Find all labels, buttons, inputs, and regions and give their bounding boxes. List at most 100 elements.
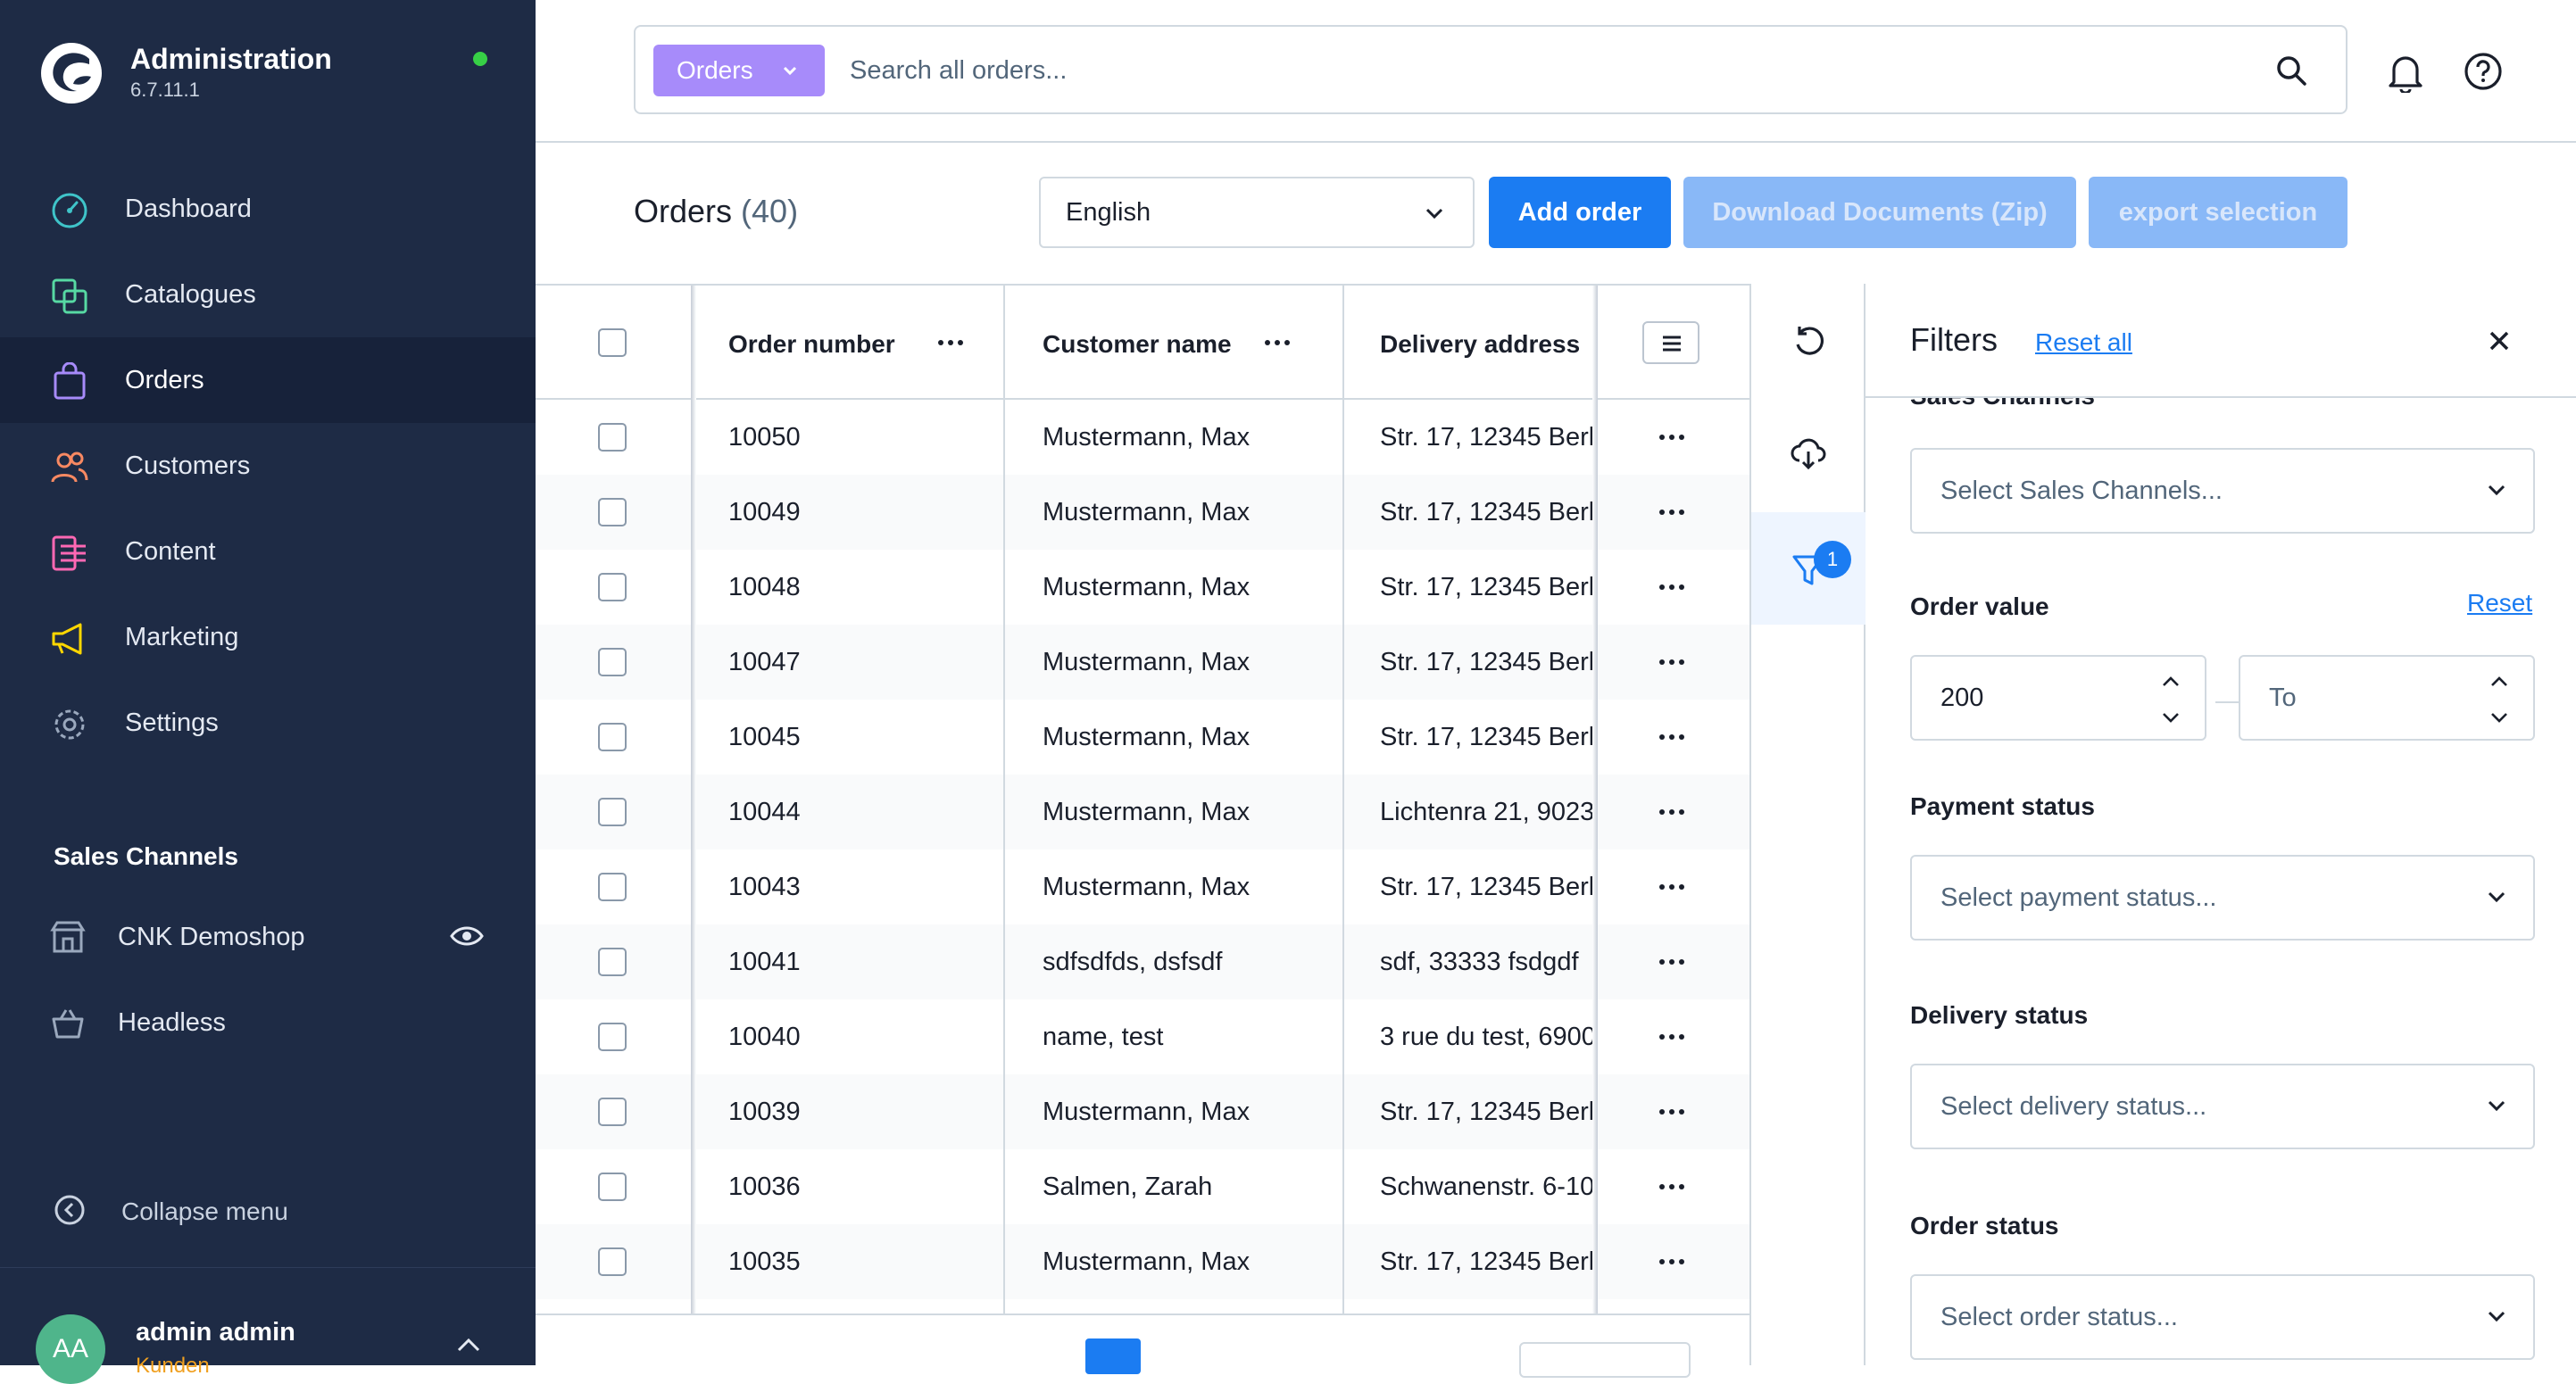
sales-channel-headless[interactable]: Headless xyxy=(0,983,536,1064)
payment-status-select[interactable]: Select payment status... xyxy=(1910,855,2535,941)
nav-item-marketing[interactable]: Marketing xyxy=(0,594,536,680)
row-checkbox[interactable] xyxy=(598,1173,627,1201)
close-icon[interactable] xyxy=(2487,328,2512,353)
orders-grid: 10050 Mustermann, Max Str. 17, 12345 Berli… xyxy=(536,284,1749,1378)
table-row[interactable]: 10045 Mustermann, Max Str. 17, 12345 Berli… xyxy=(536,700,1749,775)
order-status-placeholder: Select order status... xyxy=(1940,1302,2178,1331)
row-actions-icon[interactable] xyxy=(1658,1183,1685,1190)
eye-icon[interactable] xyxy=(450,923,484,949)
help-icon[interactable] xyxy=(2464,52,2503,91)
row-checkbox[interactable] xyxy=(598,648,627,676)
select-all-checkbox[interactable] xyxy=(598,328,627,357)
page-button-active[interactable] xyxy=(1085,1338,1141,1374)
row-actions-icon[interactable] xyxy=(1658,509,1685,516)
nav-item-orders[interactable]: Orders xyxy=(0,337,536,423)
cell-order-number[interactable]: 10049 xyxy=(728,498,978,527)
row-checkbox[interactable] xyxy=(598,1023,627,1051)
column-header-customer-name[interactable]: Customer name xyxy=(1043,330,1232,359)
cell-order-number[interactable]: 10047 xyxy=(728,648,978,677)
table-row[interactable]: 10035 Mustermann, Max Str. 17, 12345 Berli… xyxy=(536,1224,1749,1299)
row-checkbox[interactable] xyxy=(598,798,627,826)
cell-order-number[interactable]: 10043 xyxy=(728,873,978,902)
row-checkbox[interactable] xyxy=(598,573,627,601)
table-row[interactable]: 10041 sdfsdfds, dsfsdf sdf, 33333 fsdgdf xyxy=(536,924,1749,999)
cell-order-number[interactable]: 10035 xyxy=(728,1247,978,1277)
row-actions-icon[interactable] xyxy=(1658,659,1685,666)
row-actions-icon[interactable] xyxy=(1658,1108,1685,1115)
reset-all-link[interactable]: Reset all xyxy=(2035,328,2132,357)
table-row[interactable]: 10039 Mustermann, Max Str. 17, 12345 Berli… xyxy=(536,1074,1749,1149)
refresh-button[interactable] xyxy=(1751,284,1866,396)
cell-customer-name: Mustermann, Max xyxy=(1043,573,1251,601)
cell-order-number[interactable]: 10045 xyxy=(728,723,978,752)
cell-order-number[interactable]: 10039 xyxy=(728,1098,978,1127)
download-documents-button[interactable]: Download Documents (Zip) xyxy=(1683,177,2076,248)
order-value-from-input[interactable]: 200 xyxy=(1910,655,2206,741)
table-row[interactable]: 10044 Mustermann, Max Lichtenra 21, 90233 xyxy=(536,775,1749,849)
shopware-logo-icon[interactable] xyxy=(39,41,104,105)
nav-item-catalogues[interactable]: Catalogues xyxy=(0,252,536,337)
chevron-up-icon[interactable] xyxy=(2489,675,2510,689)
column-header-delivery-address[interactable]: Delivery address xyxy=(1380,330,1580,359)
chevron-up-icon[interactable] xyxy=(2160,675,2181,689)
row-checkbox[interactable] xyxy=(598,948,627,976)
row-checkbox[interactable] xyxy=(598,498,627,526)
add-order-button[interactable]: Add order xyxy=(1489,177,1671,248)
export-selection-button[interactable]: export selection xyxy=(2089,177,2347,248)
chevron-up-icon[interactable] xyxy=(455,1336,482,1354)
row-checkbox[interactable] xyxy=(598,723,627,751)
user-menu[interactable]: AA admin admin Kunden xyxy=(0,1267,536,1384)
order-status-select[interactable]: Select order status... xyxy=(1910,1274,2535,1360)
row-actions-icon[interactable] xyxy=(1658,808,1685,816)
column-header-order-number[interactable]: Order number xyxy=(728,330,895,359)
column-options-icon[interactable] xyxy=(1264,339,1291,346)
chevron-down-icon[interactable] xyxy=(2160,710,2181,725)
order-value-to-input[interactable]: To xyxy=(2239,655,2535,741)
row-checkbox[interactable] xyxy=(598,1247,627,1276)
delivery-status-select[interactable]: Select delivery status... xyxy=(1910,1064,2535,1149)
language-select[interactable]: English xyxy=(1039,177,1475,248)
table-row[interactable]: 10036 Salmen, Zarah Schwanenstr. 6-10 xyxy=(536,1149,1749,1224)
cell-order-number[interactable]: 10041 xyxy=(728,948,978,977)
row-checkbox[interactable] xyxy=(598,1098,627,1126)
sales-channels-select[interactable]: Select Sales Channels... xyxy=(1910,448,2535,534)
column-options-icon[interactable] xyxy=(937,339,964,346)
table-row[interactable]: 10050 Mustermann, Max Str. 17, 12345 Berli… xyxy=(536,400,1749,475)
row-actions-icon[interactable] xyxy=(1658,958,1685,965)
nav-item-customers[interactable]: Customers xyxy=(0,423,536,509)
bell-icon[interactable] xyxy=(2387,52,2424,93)
nav-item-content[interactable]: Content xyxy=(0,509,536,594)
filter-button[interactable]: 1 xyxy=(1751,512,1866,625)
row-checkbox[interactable] xyxy=(598,873,627,901)
items-per-page-select[interactable] xyxy=(1519,1342,1691,1378)
row-actions-icon[interactable] xyxy=(1658,733,1685,741)
search-input[interactable] xyxy=(850,45,2242,96)
row-actions-icon[interactable] xyxy=(1658,1258,1685,1265)
column-settings-button[interactable] xyxy=(1642,321,1699,364)
sales-channel-cnk-demoshop[interactable]: CNK Demoshop xyxy=(0,898,536,978)
cell-order-number[interactable]: 10040 xyxy=(728,1023,978,1052)
table-row[interactable]: 10047 Mustermann, Max Str. 17, 12345 Berli… xyxy=(536,625,1749,700)
nav-item-settings[interactable]: Settings xyxy=(0,680,536,766)
table-row[interactable]: 10043 Mustermann, Max Str. 17, 12345 Berli… xyxy=(536,849,1749,924)
search-module-select[interactable]: Orders xyxy=(653,45,825,96)
row-checkbox[interactable] xyxy=(598,423,627,452)
row-actions-icon[interactable] xyxy=(1658,434,1685,441)
cell-order-number[interactable]: 10048 xyxy=(728,573,978,602)
order-value-reset-link[interactable]: Reset xyxy=(2467,589,2532,617)
cell-order-number[interactable]: 10050 xyxy=(728,423,978,452)
nav-item-dashboard[interactable]: Dashboard xyxy=(0,166,536,252)
cell-order-number[interactable]: 10044 xyxy=(728,798,978,827)
row-actions-icon[interactable] xyxy=(1658,584,1685,591)
import-export-button[interactable] xyxy=(1751,396,1866,509)
user-role: Kunden xyxy=(136,1354,210,1378)
table-row[interactable]: 10049 Mustermann, Max Str. 17, 12345 Berli… xyxy=(536,475,1749,550)
search-icon[interactable] xyxy=(2274,54,2308,87)
collapse-menu-button[interactable]: Collapse menu xyxy=(0,1173,536,1253)
cell-order-number[interactable]: 10036 xyxy=(728,1173,978,1202)
chevron-down-icon[interactable] xyxy=(2489,710,2510,725)
row-actions-icon[interactable] xyxy=(1658,1033,1685,1040)
row-actions-icon[interactable] xyxy=(1658,883,1685,891)
table-row[interactable]: 10048 Mustermann, Max Str. 17, 12345 Berli… xyxy=(536,550,1749,625)
table-row[interactable]: 10040 name, test 3 rue du test, 69000 xyxy=(536,999,1749,1074)
